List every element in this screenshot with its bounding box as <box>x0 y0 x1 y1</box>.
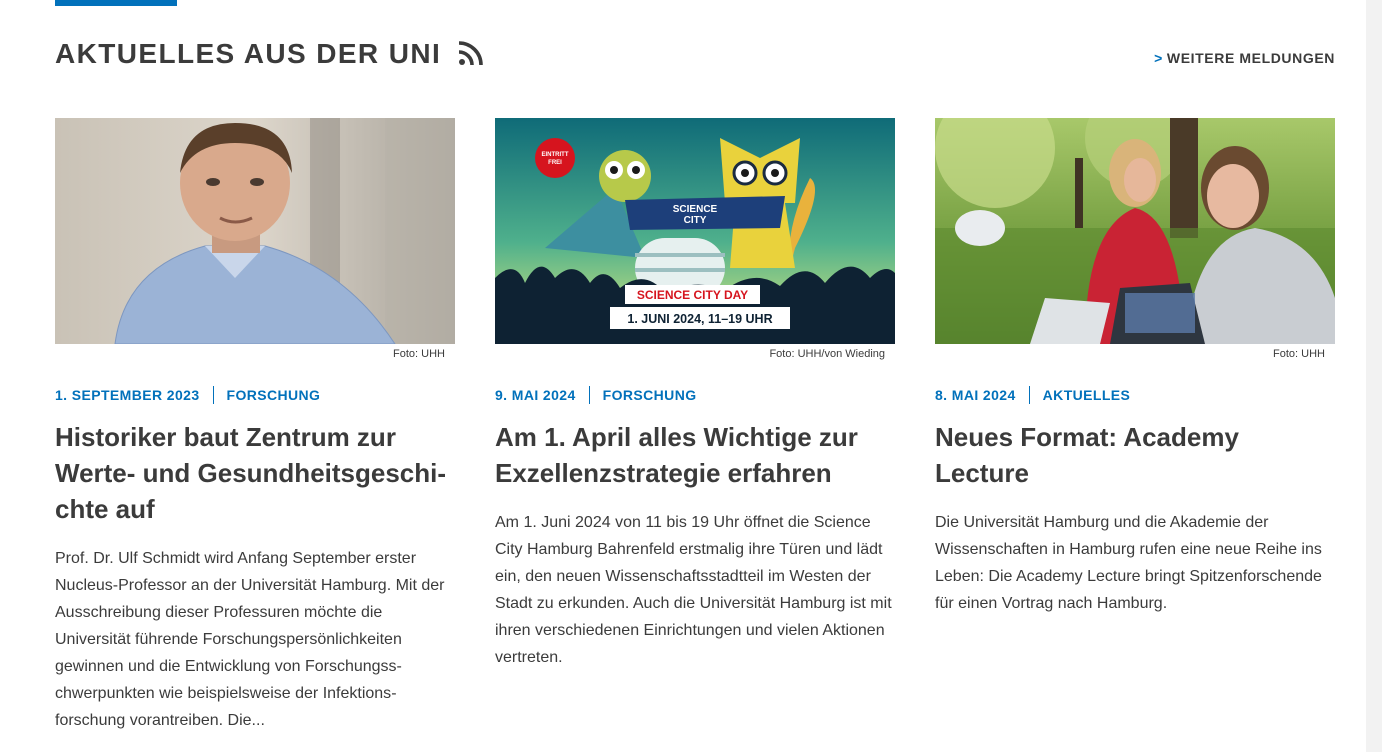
section-accent-bar <box>55 0 177 6</box>
article-date: 1. SEPTEMBER 2023 <box>55 387 200 403</box>
article-meta: 1. SEPTEMBER 2023 FORSCHUNG <box>55 385 455 405</box>
article-image[interactable] <box>935 118 1335 344</box>
article-category-link[interactable]: FORSCHUNG <box>603 387 697 403</box>
badge-line2: FREI <box>548 160 562 166</box>
rss-icon[interactable] <box>458 40 484 66</box>
chevron-right-icon: > <box>1154 50 1163 66</box>
meta-divider <box>1028 386 1030 404</box>
news-card: Foto: UHH 8. MAI 2024 AKTUELLES Neues For… <box>935 118 1335 617</box>
scrollbar-track[interactable] <box>1366 0 1382 752</box>
banner-line2: CITY <box>684 215 707 226</box>
article-date: 8. MAI 2024 <box>935 387 1016 403</box>
section-header: AKTUELLES AUS DER UNI > WEITERE MELDUNGEN <box>55 36 1335 76</box>
event-name: SCIENCE CITY DAY <box>637 288 748 302</box>
more-news-label: WEITERE MELDUNGEN <box>1166 50 1335 66</box>
meta-divider <box>588 386 590 404</box>
news-card: Foto: UHH 1. SEPTEMBER 2023 FORSCHUNG His… <box>55 118 455 734</box>
news-card: SCIENCE CITY EINTRITT FREI SCIENCE CITY … <box>495 118 895 671</box>
photo-credit: Foto: UHH/von Wieding <box>769 348 885 360</box>
event-date: 1. JUNI 2024, 11–19 UHR <box>627 312 772 326</box>
article-image[interactable] <box>55 118 455 344</box>
badge-line1: EINTRITT <box>542 152 569 158</box>
article-teaser: Am 1. Juni 2024 von 11 bis 19 Uhr öffnet… <box>495 514 892 666</box>
meta-divider <box>212 386 214 404</box>
photo-credit: Foto: UHH <box>393 348 445 360</box>
banner-line1: SCIENCE <box>673 204 718 215</box>
article-teaser: Die Universität Hamburg und die Akademie… <box>935 514 1322 612</box>
photo-credit: Foto: UHH <box>1273 348 1325 360</box>
article-title-link[interactable]: Historiker baut Zentrum zur Werte- und G… <box>55 422 446 524</box>
article-title-link[interactable]: Neues Format: Academy Lecture <box>935 422 1239 488</box>
more-news-link[interactable]: > WEITERE MELDUNGEN <box>1154 50 1335 66</box>
article-date: 9. MAI 2024 <box>495 387 576 403</box>
article-category-link[interactable]: FORSCHUNG <box>227 387 321 403</box>
article-title-link[interactable]: Am 1. April alles Wichtige zur Ex­zellen… <box>495 422 858 488</box>
article-meta: 8. MAI 2024 AKTUELLES <box>935 385 1335 405</box>
article-category-link[interactable]: AKTUELLES <box>1043 387 1131 403</box>
section-title: AKTUELLES AUS DER UNI <box>55 38 442 69</box>
article-teaser: Prof. Dr. Ulf Schmidt wird Anfang Septem… <box>55 550 445 729</box>
article-meta: 9. MAI 2024 FORSCHUNG <box>495 385 895 405</box>
article-image[interactable]: SCIENCE CITY EINTRITT FREI SCIENCE CITY … <box>495 118 895 344</box>
